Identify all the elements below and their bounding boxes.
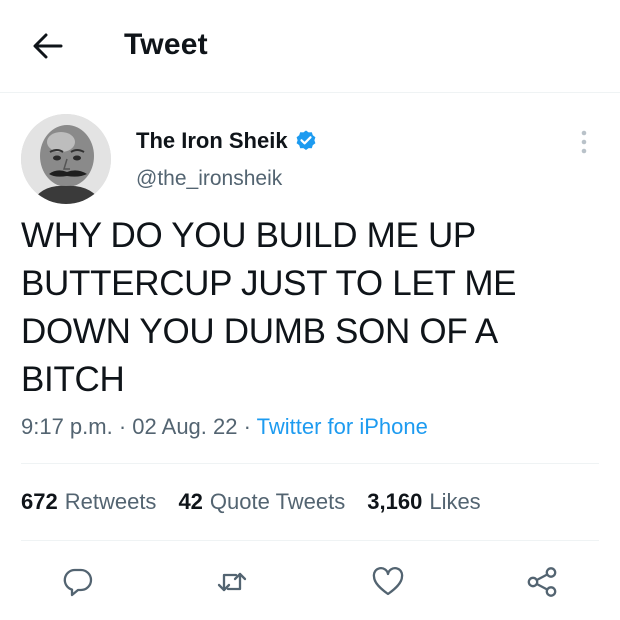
meta-separator: · xyxy=(237,414,257,439)
tweet-line: BUTTERCUP JUST TO LET ME xyxy=(21,264,517,303)
tweet-source-link[interactable]: Twitter for iPhone xyxy=(257,414,428,439)
likes-count: 3,160 xyxy=(367,489,423,514)
divider xyxy=(21,540,599,541)
avatar[interactable] xyxy=(21,114,111,204)
more-vertical-icon xyxy=(581,130,587,154)
tweet-page: Tweet The Iron Sheik @the_ironsheik WHY … xyxy=(0,0,620,620)
retweet-icon xyxy=(217,572,247,592)
retweets-label: Retweets xyxy=(64,489,157,514)
quote-tweets-stat[interactable]: 42 Quote Tweets xyxy=(178,487,345,517)
author-name[interactable]: The Iron Sheik xyxy=(136,127,318,155)
tweet-line: WHY DO YOU BUILD ME UP xyxy=(21,216,476,255)
author-handle[interactable]: @the_ironsheik xyxy=(136,166,282,192)
likes-stat[interactable]: 3,160 Likes xyxy=(367,487,480,517)
like-icon xyxy=(372,567,404,596)
top-bar: Tweet xyxy=(0,0,620,93)
tweet-text: WHY DO YOU BUILD ME UP BUTTERCUP JUST TO… xyxy=(21,212,601,404)
more-options-button[interactable] xyxy=(570,124,598,160)
retweet-button[interactable] xyxy=(214,564,250,600)
tweet-line: DOWN YOU DUMB SON OF A xyxy=(21,312,498,351)
likes-label: Likes xyxy=(429,489,481,514)
divider xyxy=(21,463,599,464)
action-bar xyxy=(0,556,620,606)
display-name-text: The Iron Sheik xyxy=(136,128,288,153)
quote-tweets-count: 42 xyxy=(178,489,203,514)
verified-badge-icon xyxy=(296,130,315,150)
back-button[interactable] xyxy=(30,28,66,64)
reply-button[interactable] xyxy=(60,564,96,600)
quote-tweets-label: Quote Tweets xyxy=(209,489,346,514)
share-button[interactable] xyxy=(524,564,560,600)
engagement-stats: 672 Retweets 42 Quote Tweets 3,160 Likes xyxy=(21,487,503,517)
tweet-line: BITCH xyxy=(21,360,125,399)
arrow-left-icon xyxy=(33,33,63,59)
tweet-date[interactable]: 02 Aug. 22 xyxy=(132,414,237,439)
reply-icon xyxy=(63,568,93,597)
avatar-image xyxy=(21,114,111,204)
tweet-meta: 9:17 p.m. · 02 Aug. 22 · Twitter for iPh… xyxy=(21,412,428,442)
meta-separator: · xyxy=(112,414,133,439)
page-title: Tweet xyxy=(124,28,208,61)
like-button[interactable] xyxy=(370,564,406,600)
tweet-time[interactable]: 9:17 p.m. xyxy=(21,414,113,439)
share-icon xyxy=(527,567,557,597)
retweets-stat[interactable]: 672 Retweets xyxy=(21,487,156,517)
retweets-count: 672 xyxy=(21,489,58,514)
